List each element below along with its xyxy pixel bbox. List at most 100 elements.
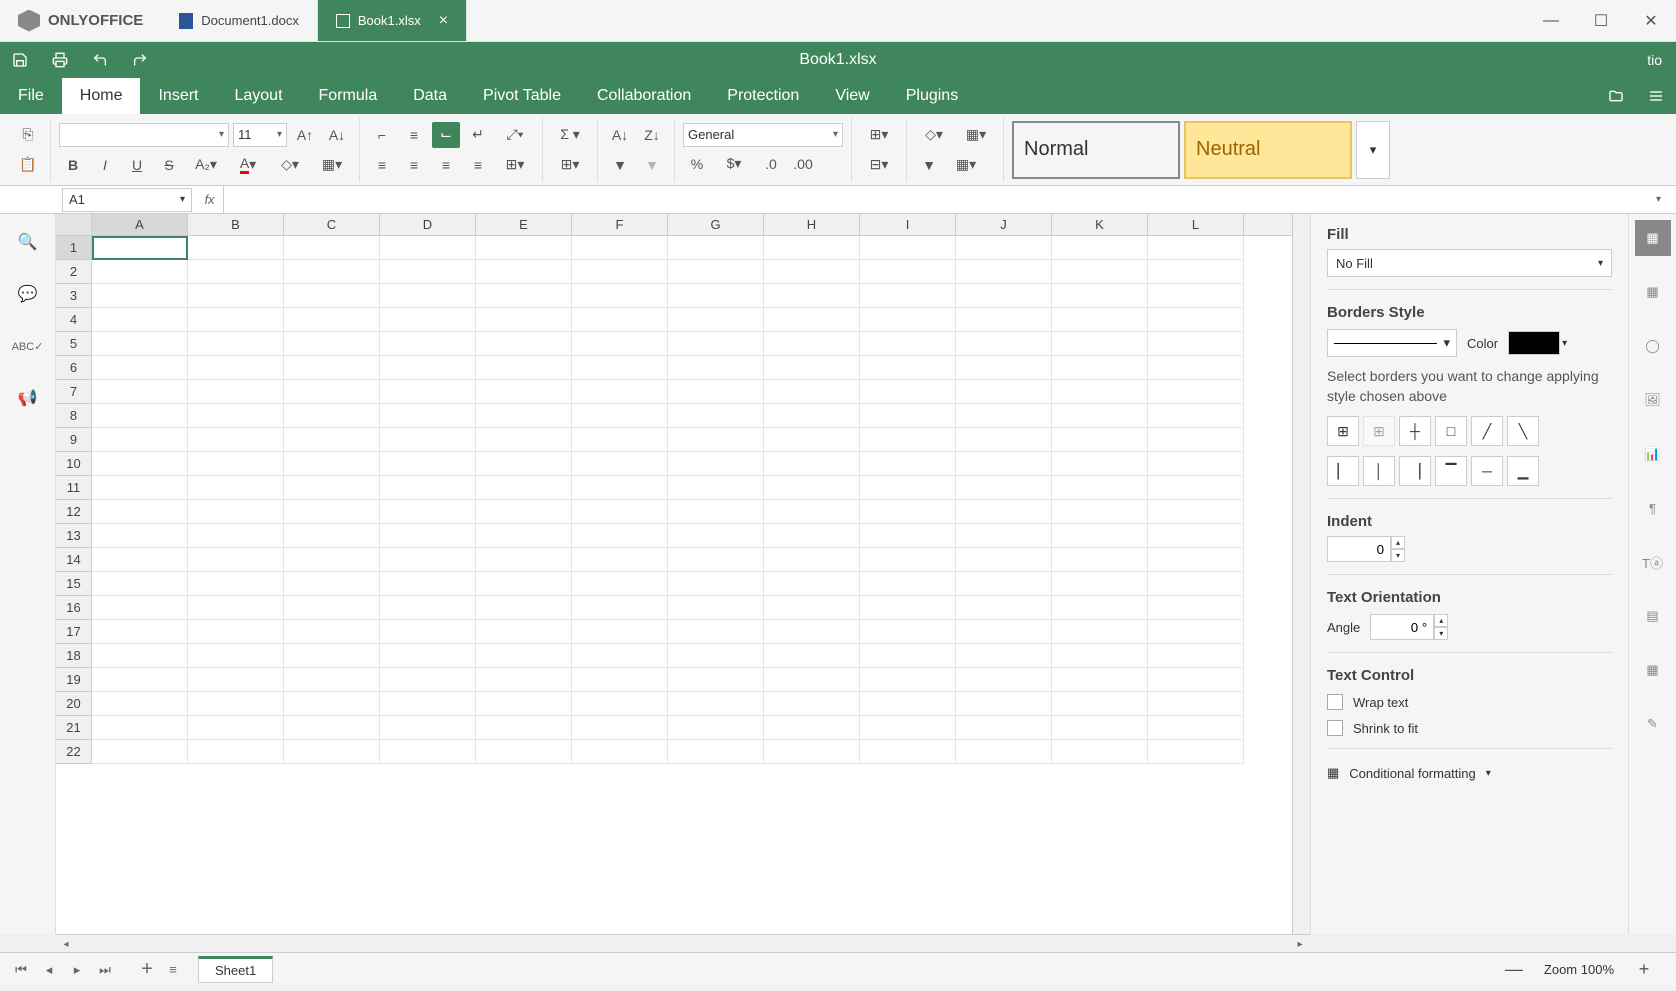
sort-asc-button[interactable]: A↓ [606,122,634,148]
fx-icon[interactable]: fx [196,186,224,213]
cell-G18[interactable] [668,644,764,668]
col-header-J[interactable]: J [956,214,1052,235]
cell-L12[interactable] [1148,500,1244,524]
border-top-button[interactable]: ▔ [1435,456,1467,486]
align-middle-button[interactable]: ≡ [400,122,428,148]
cell-C5[interactable] [284,332,380,356]
menu-insert[interactable]: Insert [140,78,216,114]
wrap-text-button[interactable]: ↵ [464,122,492,148]
zoom-in-button[interactable]: + [1634,959,1654,980]
font-name-combo[interactable]: ▾ [59,123,229,147]
cell-G14[interactable] [668,548,764,572]
cell-C8[interactable] [284,404,380,428]
table-template-button[interactable]: ▦▾ [947,152,985,178]
cell-H11[interactable] [764,476,860,500]
border-right-button[interactable]: ▕ [1399,456,1431,486]
cell-G1[interactable] [668,236,764,260]
col-header-K[interactable]: K [1052,214,1148,235]
sort-desc-button[interactable]: Z↓ [638,122,666,148]
increase-decimal-button[interactable]: .00 [789,151,817,177]
row-header-6[interactable]: 6 [56,356,92,380]
cell-C17[interactable] [284,620,380,644]
prev-sheet-button[interactable]: ◂ [36,957,62,983]
cell-C22[interactable] [284,740,380,764]
cell-I3[interactable] [860,284,956,308]
cell-H17[interactable] [764,620,860,644]
signature-settings-icon[interactable]: ✎ [1635,706,1671,742]
cell-I22[interactable] [860,740,956,764]
cell-G19[interactable] [668,668,764,692]
cell-D5[interactable] [380,332,476,356]
cell-H22[interactable] [764,740,860,764]
cell-A16[interactable] [92,596,188,620]
col-header-A[interactable]: A [92,214,188,235]
cell-A7[interactable] [92,380,188,404]
align-left-button[interactable]: ≡ [368,152,396,178]
menu-view[interactable]: View [817,78,887,114]
view-settings-button[interactable] [1636,78,1676,114]
col-header-D[interactable]: D [380,214,476,235]
menu-protection[interactable]: Protection [709,78,817,114]
row-header-5[interactable]: 5 [56,332,92,356]
cell-A18[interactable] [92,644,188,668]
cell-J3[interactable] [956,284,1052,308]
row-header-9[interactable]: 9 [56,428,92,452]
cell-K5[interactable] [1052,332,1148,356]
row-header-17[interactable]: 17 [56,620,92,644]
cell-E2[interactable] [476,260,572,284]
cell-A19[interactable] [92,668,188,692]
cell-C13[interactable] [284,524,380,548]
cell-L13[interactable] [1148,524,1244,548]
cell-F17[interactable] [572,620,668,644]
cell-F15[interactable] [572,572,668,596]
cell-A3[interactable] [92,284,188,308]
cell-F10[interactable] [572,452,668,476]
cell-F9[interactable] [572,428,668,452]
cell-I13[interactable] [860,524,956,548]
menu-home[interactable]: Home [62,78,141,114]
cell-J6[interactable] [956,356,1052,380]
cell-H4[interactable] [764,308,860,332]
row-header-8[interactable]: 8 [56,404,92,428]
cell-E3[interactable] [476,284,572,308]
style-expand-button[interactable]: ▾ [1356,121,1390,179]
cell-A10[interactable] [92,452,188,476]
cell-C11[interactable] [284,476,380,500]
cell-G2[interactable] [668,260,764,284]
cell-L17[interactable] [1148,620,1244,644]
cell-C15[interactable] [284,572,380,596]
minimize-button[interactable]: — [1526,0,1576,42]
cell-K21[interactable] [1052,716,1148,740]
cell-A4[interactable] [92,308,188,332]
table-settings-icon[interactable]: ▦ [1635,274,1671,310]
cell-F20[interactable] [572,692,668,716]
spreadsheet-grid[interactable]: ABCDEFGHIJKL 123456789101112131415161718… [56,214,1292,934]
cell-I21[interactable] [860,716,956,740]
cell-H21[interactable] [764,716,860,740]
cell-K6[interactable] [1052,356,1148,380]
cell-I11[interactable] [860,476,956,500]
angle-input[interactable] [1370,614,1434,640]
redo-button[interactable] [120,42,160,78]
cell-L9[interactable] [1148,428,1244,452]
zoom-out-button[interactable]: — [1504,959,1524,980]
last-sheet-button[interactable]: ⏭ [92,957,118,983]
cell-B14[interactable] [188,548,284,572]
cell-I9[interactable] [860,428,956,452]
cell-B3[interactable] [188,284,284,308]
row-header-22[interactable]: 22 [56,740,92,764]
cell-K12[interactable] [1052,500,1148,524]
cell-L3[interactable] [1148,284,1244,308]
decrease-decimal-button[interactable]: .0 [757,151,785,177]
cell-B4[interactable] [188,308,284,332]
border-inner-button[interactable]: ┼ [1399,416,1431,446]
cell-G15[interactable] [668,572,764,596]
cell-K18[interactable] [1052,644,1148,668]
row-header-2[interactable]: 2 [56,260,92,284]
textart-settings-icon[interactable]: Tⓐ [1635,544,1671,580]
conditional-formatting-button[interactable]: ▦▾ [957,122,995,148]
font-size-combo[interactable]: 11▾ [233,123,287,147]
cell-A2[interactable] [92,260,188,284]
col-header-C[interactable]: C [284,214,380,235]
cell-G10[interactable] [668,452,764,476]
